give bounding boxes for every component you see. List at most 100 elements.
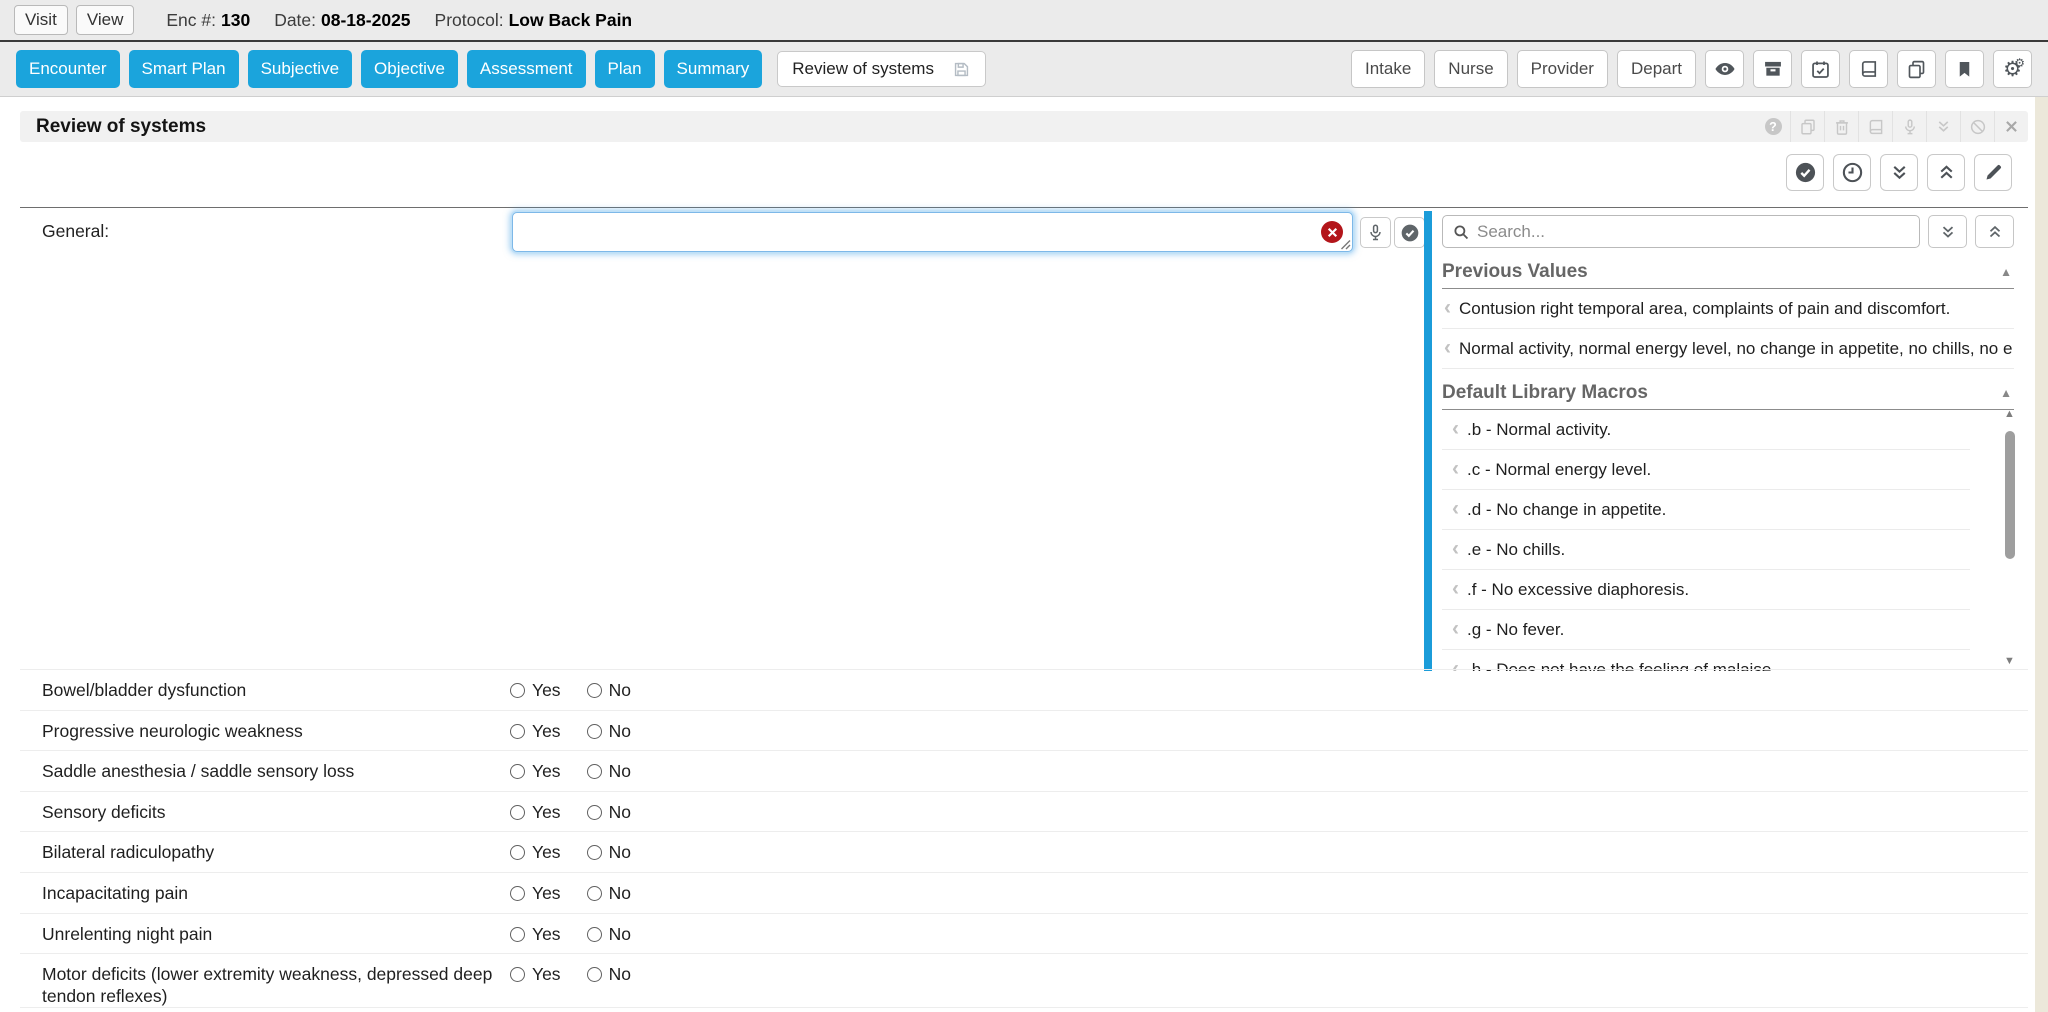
- panel-header-icons: ?: [1756, 111, 2028, 142]
- radio-yes[interactable]: Yes: [510, 721, 561, 742]
- copy-icon[interactable]: [1897, 50, 1936, 88]
- previous-values-header[interactable]: Previous Values ▲: [1442, 261, 2014, 289]
- radio-no[interactable]: No: [587, 721, 631, 742]
- page-scrollbar-track[interactable]: [2035, 97, 2048, 1012]
- check-circle-icon[interactable]: [1394, 217, 1425, 248]
- insert-chevron-icon: ‹: [1452, 460, 1459, 477]
- macro-item[interactable]: ‹.b - Normal activity.: [1442, 410, 1970, 450]
- question-row: Unrelenting night pain Yes No: [20, 914, 2028, 955]
- pencil-icon[interactable]: [1974, 154, 2012, 191]
- previous-value-item[interactable]: ‹ Normal activity, normal energy level, …: [1442, 329, 2014, 369]
- radio-yes[interactable]: Yes: [510, 964, 561, 985]
- radio-yes[interactable]: Yes: [510, 802, 561, 823]
- question-row: Bilateral radiculopathy Yes No: [20, 832, 2028, 873]
- trash-icon[interactable]: [1824, 111, 1858, 142]
- red-flag-questions: Bowel/bladder dysfunction Yes No Progres…: [20, 669, 2028, 1008]
- radio-no[interactable]: No: [587, 964, 631, 985]
- double-chevron-up-icon[interactable]: [1975, 215, 2014, 248]
- nav-objective[interactable]: Objective: [361, 50, 458, 88]
- close-icon[interactable]: [1994, 111, 2028, 142]
- double-chevron-down-icon[interactable]: [1926, 111, 1960, 142]
- nav-subjective[interactable]: Subjective: [248, 50, 352, 88]
- book-icon[interactable]: [1858, 111, 1892, 142]
- help-icon[interactable]: ?: [1756, 111, 1790, 142]
- eye-icon[interactable]: [1705, 50, 1744, 88]
- radio-yes[interactable]: Yes: [510, 680, 561, 701]
- question-row: Motor deficits (lower extremity weakness…: [20, 954, 2028, 1008]
- calendar-check-icon[interactable]: [1801, 50, 1840, 88]
- depart-button[interactable]: Depart: [1617, 50, 1696, 88]
- radio-no[interactable]: No: [587, 924, 631, 945]
- nav-encounter[interactable]: Encounter: [16, 50, 120, 88]
- question-row: Bowel/bladder dysfunction Yes No: [20, 670, 2028, 711]
- insert-chevron-icon: ‹: [1452, 500, 1459, 517]
- radio-yes[interactable]: Yes: [510, 924, 561, 945]
- nav-plan[interactable]: Plan: [595, 50, 655, 88]
- scroll-up-icon[interactable]: ▲: [2004, 409, 2015, 420]
- radio-yes[interactable]: Yes: [510, 883, 561, 904]
- nurse-button[interactable]: Nurse: [1434, 50, 1507, 88]
- search-input[interactable]: [1477, 222, 1910, 242]
- visit-button[interactable]: Visit: [14, 5, 68, 35]
- radio-no[interactable]: No: [587, 842, 631, 863]
- question-row: Progressive neurologic weakness Yes No: [20, 711, 2028, 752]
- radio-yes[interactable]: Yes: [510, 842, 561, 863]
- clock-icon[interactable]: [1833, 154, 1871, 191]
- collapse-triangle-icon[interactable]: ▲: [2000, 265, 2012, 279]
- bookmark-icon[interactable]: [1945, 50, 1984, 88]
- question-row: Incapacitating pain Yes No: [20, 873, 2028, 914]
- tab-review-of-systems[interactable]: Review of systems: [777, 51, 986, 87]
- radio-no[interactable]: No: [587, 761, 631, 782]
- general-field-label: General:: [42, 221, 109, 242]
- insert-chevron-icon: ‹: [1452, 540, 1459, 557]
- question-label: Saddle anesthesia / saddle sensory loss: [42, 761, 510, 783]
- resize-grip[interactable]: [1340, 239, 1351, 250]
- app-window: Visit View Enc #:130 Date:08-18-2025 Pro…: [0, 0, 2048, 1012]
- macro-item[interactable]: ‹.e - No chills.: [1442, 530, 1970, 570]
- check-circle-icon[interactable]: [1786, 154, 1824, 191]
- macro-item[interactable]: ‹.g - No fever.: [1442, 610, 1970, 650]
- macro-list: ‹.b - Normal activity. ‹.c - Normal ener…: [1442, 410, 2014, 671]
- default-library-macros-header[interactable]: Default Library Macros ▲: [1442, 382, 2014, 410]
- view-button[interactable]: View: [76, 5, 135, 35]
- collapse-triangle-icon[interactable]: ▲: [2000, 386, 2012, 400]
- insert-chevron-icon: ‹: [1452, 580, 1459, 597]
- search-icon: [1452, 223, 1470, 241]
- previous-values-title: Previous Values: [1442, 261, 1588, 283]
- nav-summary[interactable]: Summary: [664, 50, 763, 88]
- general-textarea[interactable]: [512, 212, 1353, 252]
- provider-button[interactable]: Provider: [1517, 50, 1608, 88]
- macro-sidebar: Previous Values ▲ ‹ Contusion right temp…: [1424, 211, 2022, 671]
- panel-title: Review of systems: [36, 116, 206, 138]
- radio-no[interactable]: No: [587, 883, 631, 904]
- insert-chevron-icon: ‹: [1444, 299, 1451, 316]
- nav-smart-plan[interactable]: Smart Plan: [129, 50, 239, 88]
- double-chevron-down-icon[interactable]: [1880, 154, 1918, 191]
- previous-value-item[interactable]: ‹ Contusion right temporal area, complai…: [1442, 289, 2014, 329]
- intake-button[interactable]: Intake: [1351, 50, 1425, 88]
- book-icon[interactable]: [1849, 50, 1888, 88]
- macro-scrollbar[interactable]: ▲ ▼: [2003, 409, 2017, 669]
- radio-no[interactable]: No: [587, 680, 631, 701]
- question-label: Sensory deficits: [42, 802, 510, 824]
- microphone-icon[interactable]: [1360, 217, 1391, 248]
- scroll-down-icon[interactable]: ▼: [2004, 656, 2015, 667]
- macro-item[interactable]: ‹.d - No change in appetite.: [1442, 490, 1970, 530]
- ban-icon[interactable]: [1960, 111, 1994, 142]
- archive-icon[interactable]: [1753, 50, 1792, 88]
- scrollbar-thumb[interactable]: [2005, 431, 2015, 559]
- radio-no[interactable]: No: [587, 802, 631, 823]
- insert-chevron-icon: ‹: [1452, 420, 1459, 437]
- macro-item[interactable]: ‹.c - Normal energy level.: [1442, 450, 1970, 490]
- macro-item[interactable]: ‹.f - No excessive diaphoresis.: [1442, 570, 1970, 610]
- double-chevron-up-icon[interactable]: [1927, 154, 1965, 191]
- copy-icon[interactable]: [1790, 111, 1824, 142]
- macro-item[interactable]: ‹.h - Does not have the feeling of malai…: [1442, 650, 1970, 671]
- radio-yes[interactable]: Yes: [510, 761, 561, 782]
- gears-icon[interactable]: ⚙⚙: [1993, 50, 2032, 88]
- nav-assessment[interactable]: Assessment: [467, 50, 586, 88]
- search-box[interactable]: [1442, 215, 1920, 248]
- double-chevron-down-icon[interactable]: [1928, 215, 1967, 248]
- microphone-icon[interactable]: [1892, 111, 1926, 142]
- question-row: Sensory deficits Yes No: [20, 792, 2028, 833]
